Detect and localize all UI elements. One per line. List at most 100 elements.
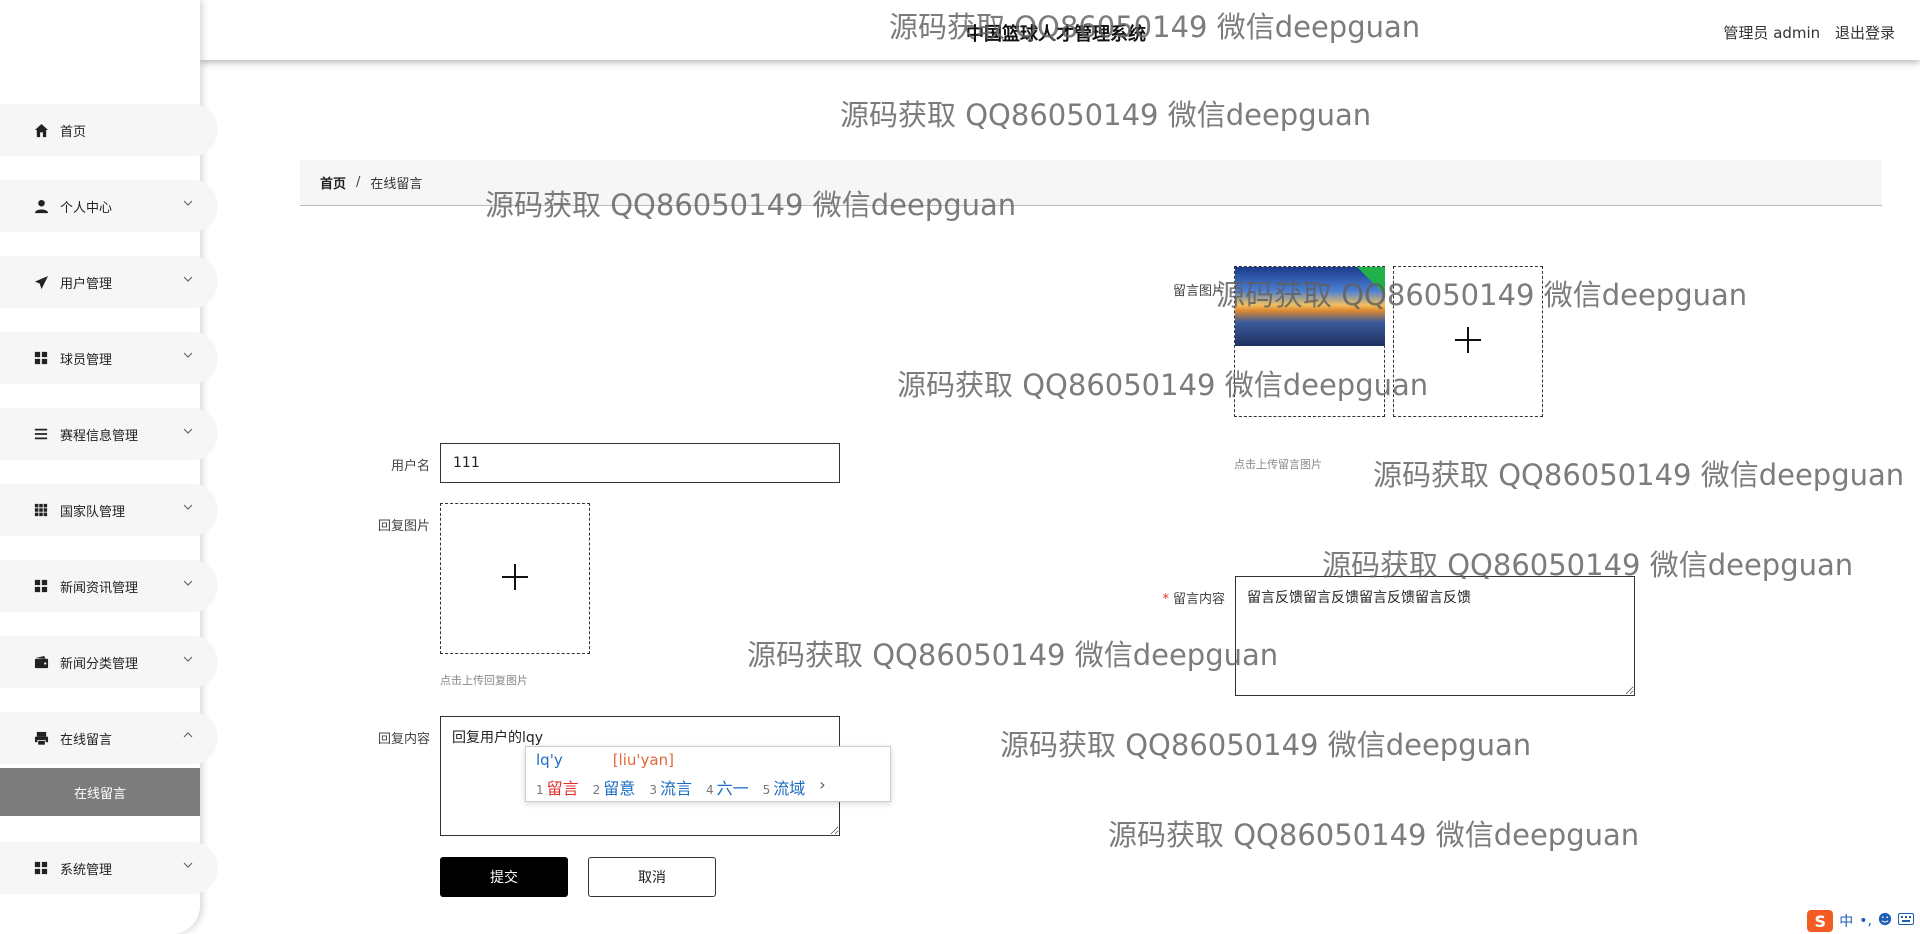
ime-candidate[interactable]: 2 留意 bbox=[593, 775, 636, 799]
ime-punctuation-indicator[interactable]: •, bbox=[1859, 913, 1872, 929]
uploaded-badge bbox=[1357, 267, 1385, 295]
sidebar-subitem-online-message[interactable]: 在线留言 bbox=[0, 768, 200, 816]
ime-candidate-text: 留意 bbox=[603, 779, 636, 798]
message-image-upload[interactable] bbox=[1393, 266, 1543, 417]
message-image-label: 留言图片 bbox=[1172, 284, 1225, 299]
current-user: 管理员 admin bbox=[1723, 24, 1821, 42]
ime-candidate-num: 1 bbox=[536, 783, 544, 797]
watermark: 源码获取 QQ86050149 微信deepguan bbox=[1108, 818, 1640, 852]
ime-composition: lq'y [liu'yan] bbox=[536, 751, 674, 769]
sidebar-item-schedule-management[interactable]: 赛程信息管理 bbox=[0, 408, 218, 460]
watermark: 源码获取 QQ86050149 微信deepguan bbox=[747, 638, 1279, 672]
ime-candidates: 1 留言 2 留意 3 流言 4 六一 5 流域 › bbox=[536, 775, 826, 799]
ime-candidate-popup: lq'y [liu'yan] 1 留言 2 留意 3 流言 4 六一 5 流域 › bbox=[525, 746, 891, 802]
chevron-down-icon bbox=[182, 653, 196, 667]
wallet-icon bbox=[32, 653, 50, 671]
sidebar-item-label: 球员管理 bbox=[60, 352, 113, 368]
system-title: 中国篮球人才管理系统 bbox=[966, 24, 1146, 45]
chevron-up-icon bbox=[182, 729, 196, 743]
ime-candidate-num: 5 bbox=[762, 783, 771, 797]
ime-candidate-num: 4 bbox=[705, 783, 714, 797]
watermark: 源码获取 QQ86050149 微信deepguan bbox=[1000, 728, 1532, 762]
sidebar-item-label: 系统管理 bbox=[60, 862, 113, 878]
keyboard-icon[interactable] bbox=[1898, 913, 1914, 929]
chevron-down-icon bbox=[182, 349, 196, 363]
sidebar-item-label: 新闻分类管理 bbox=[60, 656, 139, 672]
plus-icon bbox=[1453, 325, 1483, 359]
required-mark: * bbox=[1162, 592, 1169, 607]
message-content-textarea[interactable]: 留言反馈留言反馈留言反馈留言反馈 bbox=[1235, 576, 1635, 696]
username-label: 用户名 bbox=[390, 459, 430, 474]
reply-content-label: 回复内容 bbox=[377, 732, 430, 747]
sidebar-item-label: 新闻资讯管理 bbox=[60, 580, 139, 596]
breadcrumb-current: 在线留言 bbox=[370, 177, 423, 192]
printer-icon bbox=[32, 729, 50, 747]
username-input[interactable] bbox=[440, 443, 840, 483]
breadcrumb: 首页 / 在线留言 bbox=[300, 160, 1882, 206]
sidebar-item-label: 用户管理 bbox=[60, 276, 113, 292]
apps-icon bbox=[32, 501, 50, 519]
sidebar-item-system-management[interactable]: 系统管理 bbox=[0, 842, 218, 894]
logout-link[interactable]: 退出登录 bbox=[1835, 24, 1895, 42]
breadcrumb-separator: / bbox=[356, 175, 361, 190]
sidebar-item-label: 赛程信息管理 bbox=[60, 428, 139, 444]
emoji-icon[interactable] bbox=[1878, 912, 1892, 930]
plus-icon bbox=[500, 562, 530, 596]
watermark: 源码获取 QQ86050149 微信deepguan bbox=[1373, 458, 1905, 492]
send-icon bbox=[32, 273, 50, 291]
sidebar-item-home[interactable]: 首页 bbox=[0, 104, 218, 156]
message-image-thumbnail bbox=[1235, 267, 1385, 346]
sidebar-item-news-management[interactable]: 新闻资讯管理 bbox=[0, 560, 218, 612]
ime-candidate-text: 六一 bbox=[716, 779, 749, 798]
ime-candidate-num: 3 bbox=[649, 783, 657, 797]
ime-mode-indicator[interactable]: 中 bbox=[1839, 911, 1853, 931]
chevron-down-icon bbox=[182, 425, 196, 439]
sidebar-item-player-management[interactable]: 球员管理 bbox=[0, 332, 218, 384]
ime-status-bar: S 中 •, bbox=[1807, 908, 1920, 934]
ime-pinyin: [liu'yan] bbox=[612, 751, 674, 769]
message-content-label: * 留言内容 bbox=[1140, 588, 1225, 607]
ime-candidate[interactable]: 4 六一 bbox=[706, 775, 749, 799]
sidebar-item-label: 在线留言 bbox=[60, 732, 113, 748]
sidebar-item-user-management[interactable]: 用户管理 bbox=[0, 256, 218, 308]
sogou-logo-icon[interactable]: S bbox=[1807, 910, 1834, 932]
list-icon bbox=[32, 425, 50, 443]
reply-image-hint: 点击上传回复图片 bbox=[440, 674, 528, 687]
grid-icon bbox=[32, 577, 50, 595]
sidebar-item-national-team-management[interactable]: 国家队管理 bbox=[0, 484, 218, 536]
ime-input-text: lq'y bbox=[536, 751, 563, 769]
ime-candidate-num: 2 bbox=[592, 783, 601, 797]
cancel-button[interactable]: 取消 bbox=[588, 857, 716, 897]
sidebar-item-label: 首页 bbox=[60, 124, 87, 140]
home-icon bbox=[32, 121, 50, 139]
reply-image-label: 回复图片 bbox=[377, 519, 430, 534]
watermark: 源码获取 QQ86050149 微信deepguan bbox=[840, 98, 1372, 132]
message-image-hint: 点击上传留言图片 bbox=[1234, 458, 1322, 471]
chevron-down-icon bbox=[182, 197, 196, 211]
sidebar-item-online-message[interactable]: 在线留言 bbox=[0, 712, 218, 764]
submit-button[interactable]: 提交 bbox=[440, 857, 568, 897]
ime-next-page-button[interactable]: › bbox=[819, 775, 825, 799]
chevron-down-icon bbox=[182, 859, 196, 873]
grid-icon bbox=[32, 859, 50, 877]
chevron-down-icon bbox=[182, 501, 196, 515]
breadcrumb-home[interactable]: 首页 bbox=[320, 173, 346, 192]
sidebar-item-news-category-management[interactable]: 新闻分类管理 bbox=[0, 636, 218, 688]
sidebar-item-label: 国家队管理 bbox=[60, 504, 126, 520]
chevron-down-icon bbox=[182, 273, 196, 287]
ime-candidate[interactable]: 3 流言 bbox=[649, 775, 692, 799]
user-info: 管理员 admin 退出登录 bbox=[1713, 22, 1895, 43]
message-content-label-text: 留言内容 bbox=[1172, 592, 1225, 607]
ime-candidate-text: 留言 bbox=[546, 779, 579, 798]
ime-candidate[interactable]: 1 留言 bbox=[536, 775, 579, 799]
sidebar-item-personal-center[interactable]: 个人中心 bbox=[0, 180, 218, 232]
grid-icon bbox=[32, 349, 50, 367]
ime-candidate-text: 流言 bbox=[659, 779, 692, 798]
chevron-down-icon bbox=[182, 577, 196, 591]
ime-candidate[interactable]: 5 流域 bbox=[763, 775, 806, 799]
sidebar: 首页 个人中心 用户管理 球员管理 赛程信息管理 国家队管理 新闻资讯管理 新闻… bbox=[0, 0, 218, 934]
user-icon bbox=[32, 197, 50, 215]
sidebar-item-label: 个人中心 bbox=[60, 200, 113, 216]
reply-image-upload[interactable] bbox=[440, 503, 590, 654]
ime-candidate-text: 流域 bbox=[773, 779, 806, 798]
